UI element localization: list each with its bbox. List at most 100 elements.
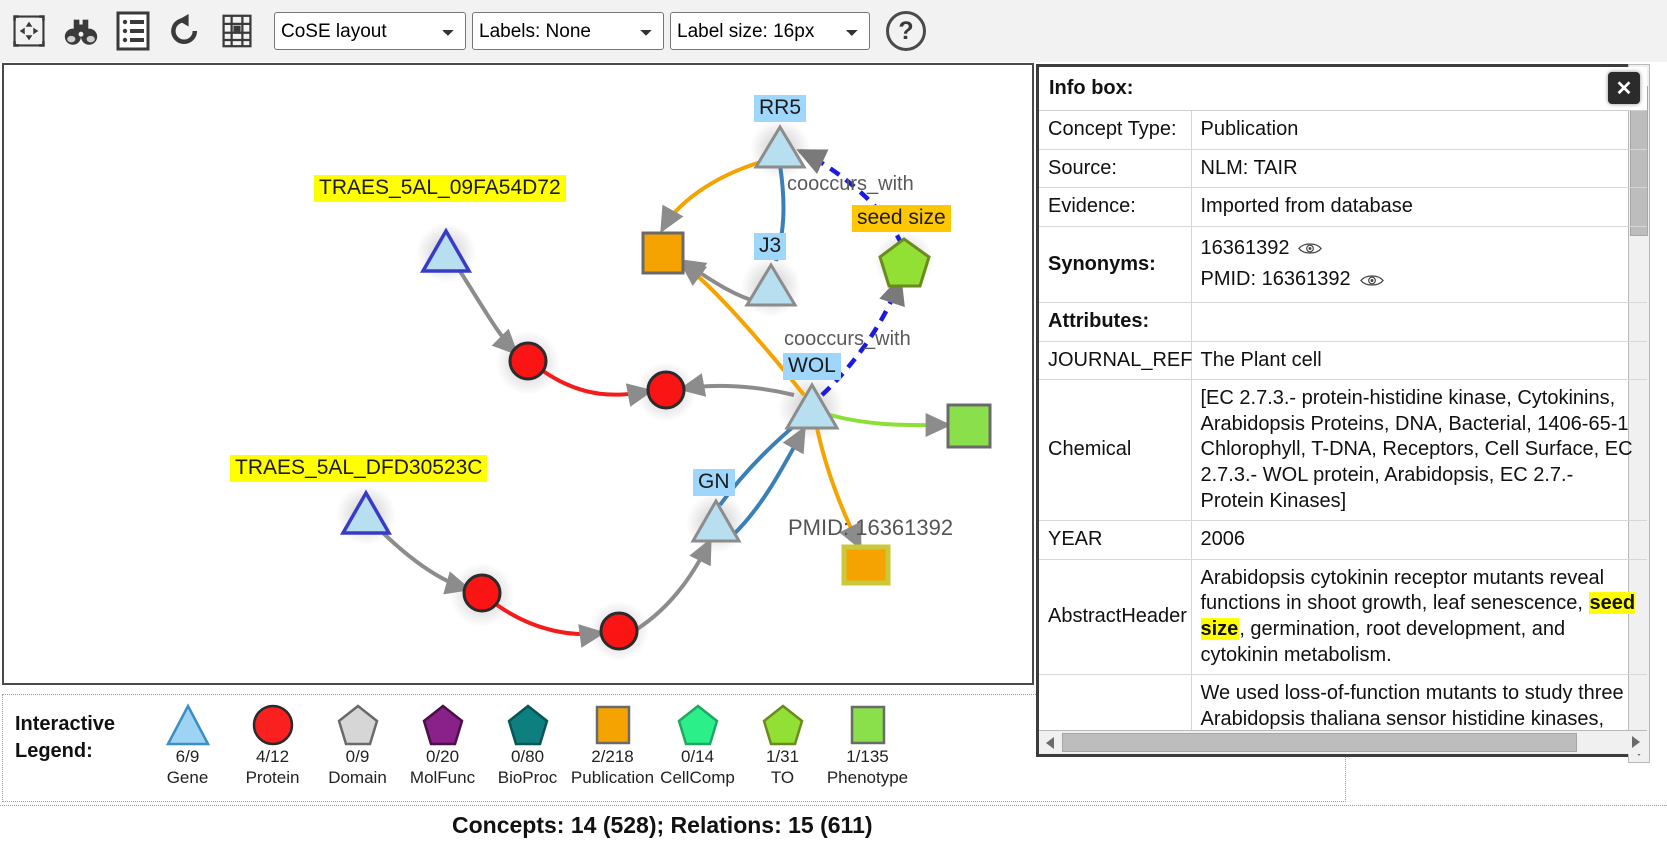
legend-title-line1: Interactive [15, 713, 116, 735]
legend-count: 0/80 [510, 747, 545, 766]
info-row-key: Source: [1039, 149, 1192, 189]
node-label-gn[interactable]: GN [693, 469, 735, 496]
info-box-panel[interactable]: Info box: ✕ Concept Type: Publication Sour… [1036, 64, 1650, 763]
horizontal-scroll-thumb[interactable] [1062, 733, 1577, 752]
info-box-horizontal-scrollbar[interactable] [1039, 730, 1647, 754]
legend-name: Gene [166, 768, 209, 787]
legend-count: 2/218 [591, 747, 634, 766]
square-icon [845, 701, 891, 749]
help-button[interactable]: ? [886, 11, 926, 51]
edge-protein3-protein4 [495, 603, 606, 648]
info-row-attributes: Attributes: [1039, 302, 1647, 342]
legend-item-protein[interactable]: 4/12 Protein [230, 701, 315, 788]
node-publication-1 [641, 231, 685, 275]
node-protein-2 [646, 370, 686, 410]
node-publication-pmid [841, 544, 891, 586]
legend-item-cellcomp[interactable]: 0/14 CellComp [655, 701, 740, 788]
graph-canvas[interactable]: TRAES_5AL_09FA54D72 TRAES_5AL_DFD30523C … [4, 65, 1032, 683]
edge-wol-phenotype [829, 413, 952, 438]
graph-panel[interactable]: TRAES_5AL_09FA54D72 TRAES_5AL_DFD30523C … [2, 63, 1034, 685]
edge-label-cooccurs-with-1: cooccurs_with [787, 173, 914, 195]
info-row-key: Evidence: [1039, 187, 1192, 227]
list-legend-icon[interactable] [110, 8, 156, 54]
circle-icon [250, 701, 296, 749]
legend-name: Protein [245, 768, 300, 787]
scroll-left-arrow[interactable] [1039, 732, 1061, 754]
legend-name: MolFunc [409, 768, 476, 787]
eye-icon[interactable] [1359, 273, 1384, 288]
info-row-value: 16361392 PMID: 16361392 [1191, 226, 1647, 303]
legend-count: 0/9 [345, 747, 370, 766]
legend-name: Publication [570, 768, 655, 787]
info-row-value: [EC 2.7.3.- protein-histidine kinase, Cy… [1191, 379, 1647, 522]
legend-item-domain[interactable]: 0/9 Domain [315, 701, 400, 788]
pentagon-icon [420, 701, 466, 749]
layout-select[interactable]: CoSE layoutCircle layoutGrid layoutConce… [274, 12, 466, 50]
info-row-key: Synonyms: [1039, 226, 1192, 303]
legend-item-publication[interactable]: 2/218 Publication [570, 701, 655, 788]
legend-item-bioproc[interactable]: 0/80 BioProc [485, 701, 570, 788]
info-row-value: Arabidopsis cytokinin receptor mutants r… [1191, 559, 1647, 676]
info-table: Concept Type: Publication Source: NLM: TAIR… [1039, 111, 1647, 730]
edge-protein1-protein2 [541, 369, 654, 407]
info-row-key: Attributes: [1039, 302, 1192, 342]
info-row-value [1191, 302, 1647, 342]
info-box-body[interactable]: Concept Type: Publication Source: NLM: TAIR… [1039, 111, 1647, 730]
legend-item-gene[interactable]: 6/9 Gene [145, 701, 230, 788]
fit-to-screen-icon[interactable] [6, 8, 52, 54]
node-protein-1 [508, 341, 548, 381]
info-row-key [1039, 674, 1192, 730]
info-row-attribute-2: YEAR 2006 [1039, 520, 1647, 560]
refresh-reload-icon[interactable] [162, 8, 208, 54]
node-label-traes1[interactable]: TRAES_5AL_09FA54D72 [314, 175, 566, 202]
info-row-key: YEAR [1039, 520, 1192, 560]
label-size-select[interactable]: Label size: 10pxLabel size: 12pxLabel si… [670, 12, 870, 50]
info-row-attribute-1: Chemical [EC 2.7.3.- protein-histidine ki… [1039, 379, 1647, 522]
info-row-value: NLM: TAIR [1191, 149, 1647, 189]
node-label-pmid[interactable]: PMID: 16361392 [783, 514, 958, 542]
help-label: ? [898, 16, 914, 45]
legend-items: 6/9 Gene 4/12 Protein 0/9 Domain 0/20 MolFunc 0/… [145, 701, 910, 788]
edge-traes1-protein1 [454, 263, 519, 356]
node-label-traes2[interactable]: TRAES_5AL_DFD30523C [230, 455, 488, 482]
info-row-value: Imported from database [1191, 187, 1647, 227]
legend-name: TO [770, 768, 795, 787]
node-label-rr5[interactable]: RR5 [754, 95, 807, 122]
node-label-wol[interactable]: WOL [783, 353, 841, 380]
legend-name: BioProc [497, 768, 558, 787]
synonym-line: 16361392 [1201, 233, 1639, 265]
edge-label-cooccurs-with-2: cooccurs_with [784, 328, 911, 350]
info-row-abstract-header: AbstractHeader Arabidopsis cytokinin rece… [1039, 559, 1647, 676]
legend-name: Domain [328, 768, 387, 787]
legend-title: Interactive Legend: [15, 711, 145, 765]
legend-item-to[interactable]: 1/31 TO [740, 701, 825, 788]
info-row-basic-2: Evidence: Imported from database [1039, 187, 1647, 227]
node-label-j3[interactable]: J3 [754, 233, 787, 260]
table-grid-icon[interactable] [214, 8, 260, 54]
node-protein-3 [462, 573, 502, 613]
info-row-attribute-0: JOURNAL_REF The Plant cell [1039, 341, 1647, 381]
labels-select[interactable]: Labels: NoneLabels: AllLabels: Selected [472, 12, 664, 50]
scroll-right-arrow[interactable] [1625, 731, 1647, 753]
legend-item-molfunc[interactable]: 0/20 MolFunc [400, 701, 485, 788]
info-box-header: Info box: ✕ [1039, 67, 1647, 111]
eye-icon[interactable] [1298, 241, 1323, 256]
highlight-seed-size: seed size [1200, 592, 1636, 640]
info-row-value: We used loss-of-function mutants to stud… [1191, 674, 1647, 730]
legend-count: 1/135 [846, 747, 889, 766]
legend-count: 0/14 [680, 747, 715, 766]
close-label: ✕ [1615, 77, 1633, 100]
node-label-seed-size[interactable]: seed size [852, 205, 951, 232]
square-icon [590, 701, 636, 749]
legend-title-line2: Legend: [15, 740, 93, 762]
legend-item-phenotype[interactable]: 1/135 Phenotype [825, 701, 910, 788]
binoculars-search-icon[interactable] [58, 8, 104, 54]
node-phenotype [946, 403, 992, 449]
info-row-basic-1: Source: NLM: TAIR [1039, 149, 1647, 189]
close-icon[interactable]: ✕ [1608, 72, 1640, 104]
info-row-key: Chemical [1039, 379, 1192, 522]
pentagon-icon [335, 701, 381, 749]
legend-count: 6/9 [175, 747, 200, 766]
legend-name: Phenotype [826, 768, 909, 787]
pentagon-icon [675, 701, 721, 749]
